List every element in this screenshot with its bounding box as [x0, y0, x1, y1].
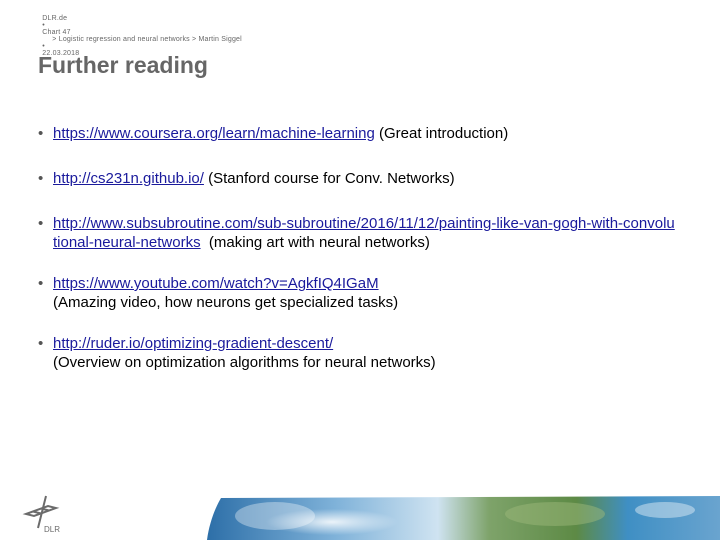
logo-text: DLR [44, 525, 60, 534]
header-site: DLR.de [42, 15, 68, 22]
reading-link[interactable]: https://www.youtube.com/watch?v=AgkfIQ4I… [53, 275, 379, 292]
header-separator: • [42, 22, 45, 29]
slide-header: DLR.de • Chart 47 > Logistic regression … [38, 8, 246, 57]
link-note: (Stanford course for Conv. Networks) [203, 170, 455, 187]
earth-banner-image [195, 496, 720, 540]
dlr-logo: DLR [22, 494, 62, 534]
bullet: • [38, 275, 44, 292]
reading-link[interactable]: http://cs231n.github.io/ [53, 170, 204, 187]
link-note: (Great introduction) [374, 125, 509, 142]
bullet: • [38, 125, 44, 142]
page-title: Further reading [38, 52, 208, 78]
list-item: • http://cs231n.github.io/ (Stanford cou… [38, 169, 678, 188]
link-note: (Overview on optimization algorithms for… [53, 354, 436, 371]
reading-list: • https://www.coursera.org/learn/machine… [38, 124, 678, 398]
bullet: • [38, 215, 44, 232]
list-item: • http://www.subsubroutine.com/sub-subro… [38, 214, 678, 252]
bullet: • [38, 335, 44, 352]
list-item: • https://www.coursera.org/learn/machine… [38, 124, 678, 143]
bullet: • [38, 170, 44, 187]
header-separator: • [42, 43, 45, 50]
reading-link[interactable]: http://ruder.io/optimizing-gradient-desc… [53, 335, 333, 352]
link-note: (Amazing video, how neurons get speciali… [53, 294, 399, 311]
list-item: • https://www.youtube.com/watch?v=AgkfIQ… [38, 274, 678, 312]
header-chart-number: Chart 47 [42, 29, 71, 36]
list-item: • http://ruder.io/optimizing-gradient-de… [38, 334, 678, 372]
header-breadcrumb: > Logistic regression and neural network… [52, 36, 242, 43]
dlr-logo-icon: DLR [22, 495, 60, 534]
reading-link[interactable]: https://www.coursera.org/learn/machine-l… [53, 125, 375, 142]
link-note: (making art with neural networks) [200, 234, 430, 251]
